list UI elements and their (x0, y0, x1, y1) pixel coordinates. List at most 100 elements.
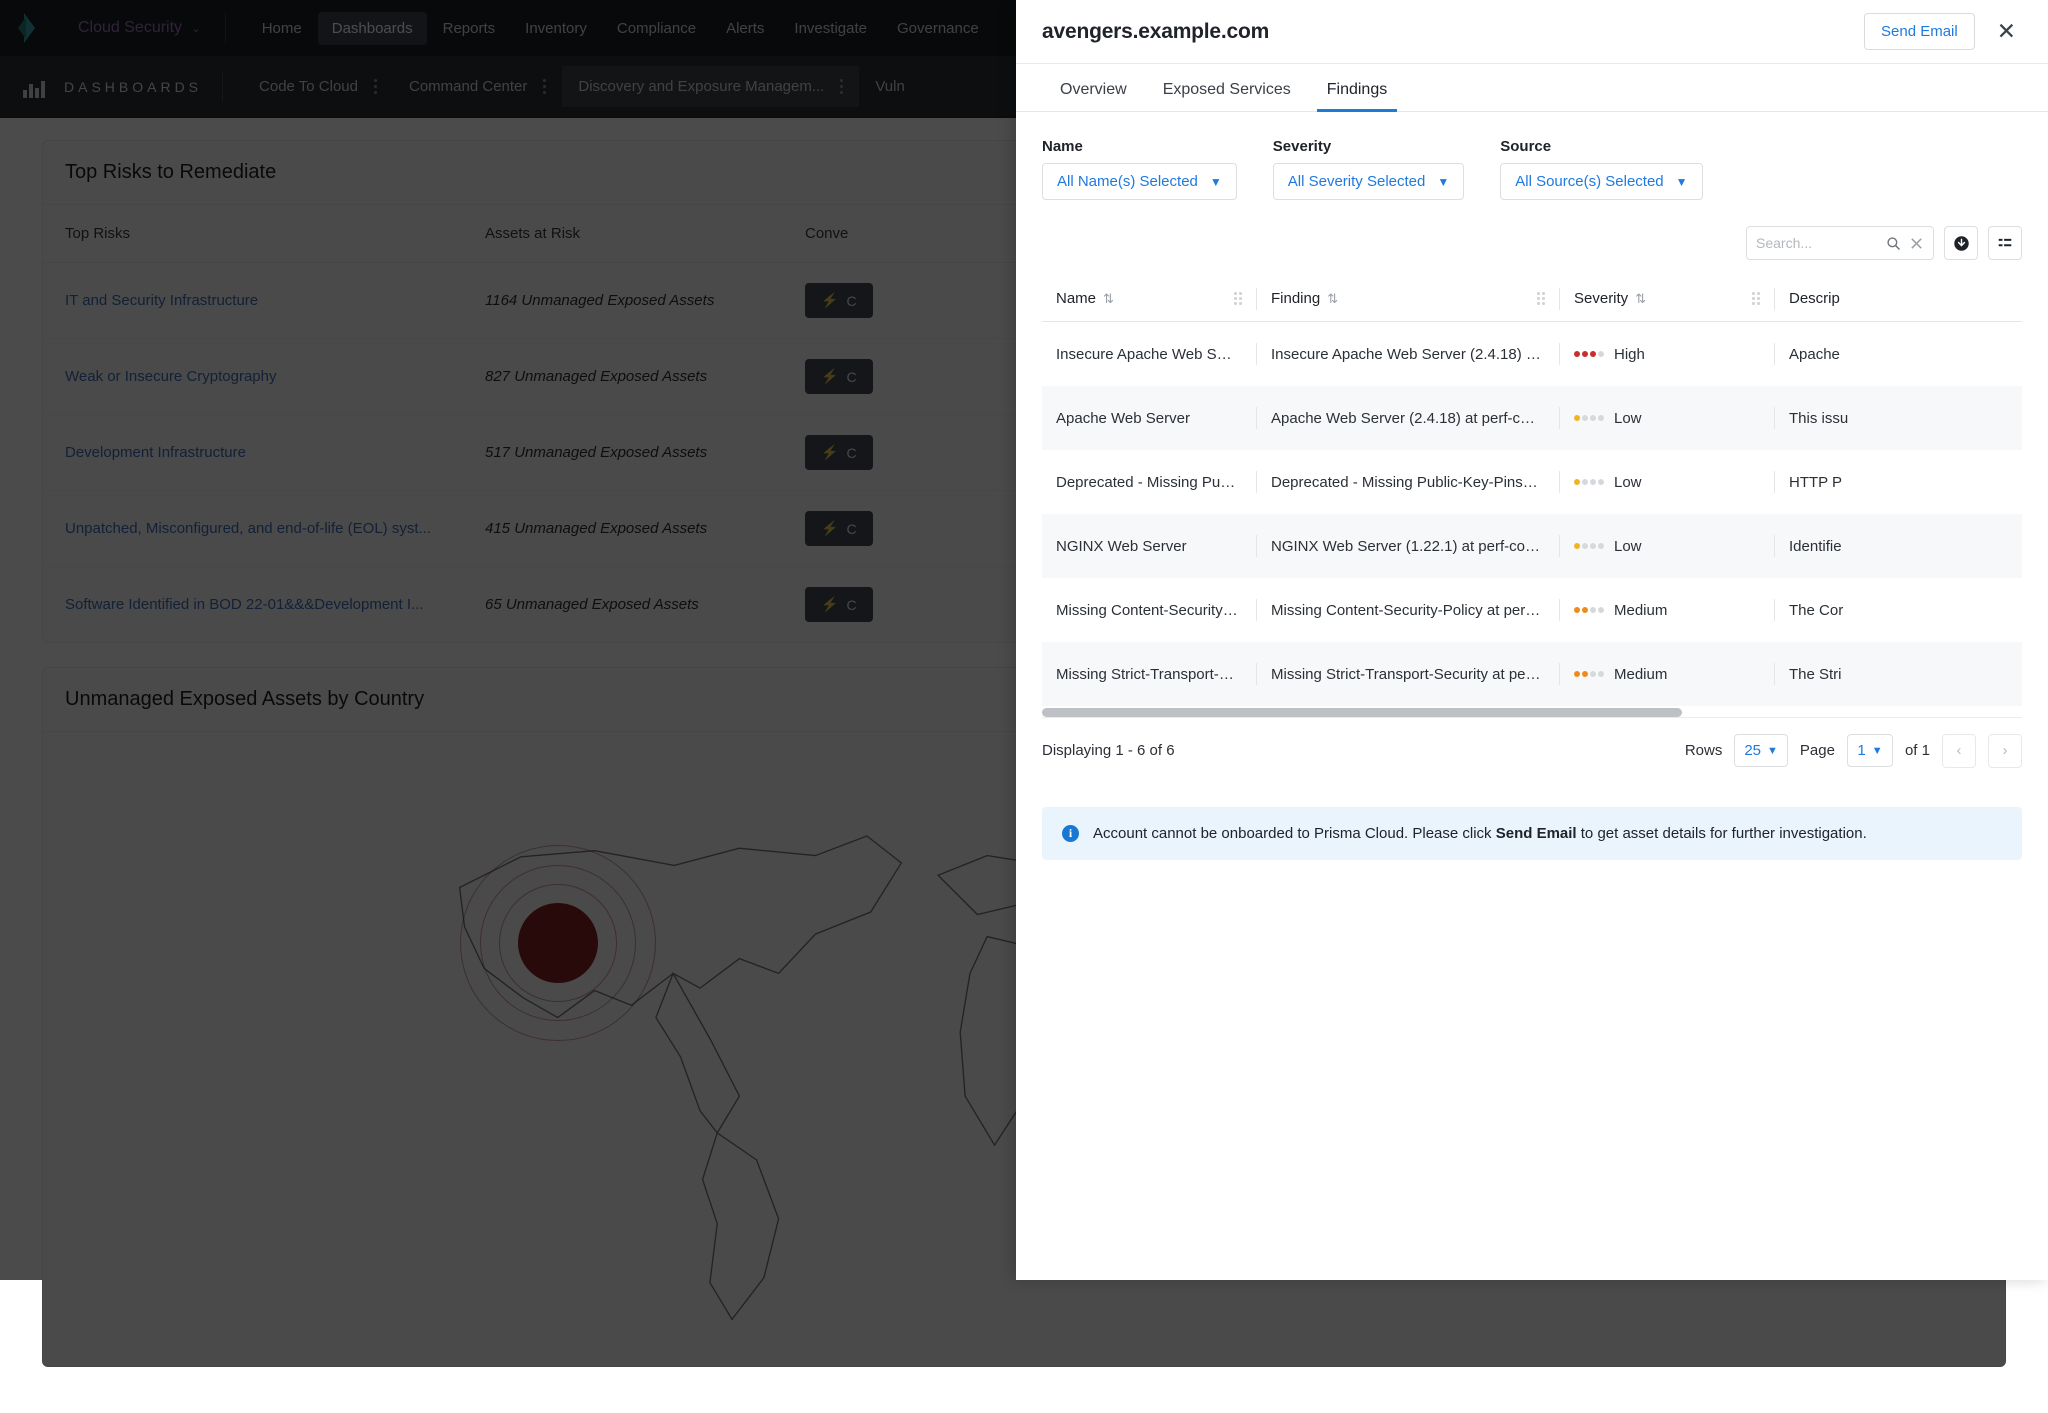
dashboard-tab-discovery-and-exposure-management[interactable]: Discovery and Exposure Managem... (562, 66, 859, 107)
tab-findings[interactable]: Findings (1309, 81, 1405, 111)
nav-link-governance[interactable]: Governance (883, 12, 993, 45)
asset-details-panel: avengers.example.com Send Email ✕ Overvi… (1016, 0, 2048, 1280)
cell-finding: Apache Web Server (2.4.18) at perf-commo… (1257, 410, 1559, 427)
scrollbar-thumb[interactable] (1042, 708, 1682, 717)
risk-link[interactable]: Unpatched, Misconfigured, and end-of-lif… (65, 520, 431, 537)
risk-link[interactable]: Software Identified in BOD 22-01&&&Devel… (65, 596, 424, 613)
convert-button-label: C (846, 369, 856, 385)
sort-icon[interactable]: ⇅ (1327, 291, 1336, 307)
nav-link-inventory[interactable]: Inventory (511, 12, 601, 45)
displaying-count: Displaying 1 - 6 of 6 (1042, 742, 1175, 759)
chevron-right-icon[interactable]: › (1988, 734, 2022, 768)
convert-button[interactable]: ⚡C (805, 359, 873, 394)
risk-link[interactable]: Weak or Insecure Cryptography (65, 368, 277, 385)
close-icon[interactable]: ✕ (1991, 18, 2022, 45)
kebab-menu-icon[interactable] (374, 79, 377, 94)
column-header-top-risks[interactable]: Top Risks (43, 205, 463, 263)
info-icon: i (1062, 825, 1079, 842)
dashboard-tab-label: Command Center (409, 78, 527, 95)
filter-label-source: Source (1500, 138, 1702, 155)
rows-label: Rows (1685, 742, 1723, 759)
nav-link-reports[interactable]: Reports (429, 12, 510, 45)
rows-per-page-value: 25 (1744, 742, 1761, 759)
cell-description: This issu (1775, 410, 1935, 427)
search-icon[interactable] (1886, 236, 1901, 251)
cell-name: Missing Content-Security-Poli... (1042, 602, 1256, 619)
column-header-description[interactable]: Descrip (1775, 276, 1935, 321)
dashboards-section-label: DASHBOARDS (64, 79, 202, 95)
convert-button-label: C (846, 293, 856, 309)
assets-at-risk-value: 827 Unmanaged Exposed Assets (485, 368, 707, 385)
severity-dots (1574, 479, 1604, 485)
sort-icon[interactable]: ⇅ (1103, 291, 1112, 307)
panel-body: Name All Name(s) Selected ▼ Severity All… (1016, 112, 2048, 1280)
filter-bar: Name All Name(s) Selected ▼ Severity All… (1042, 138, 2022, 200)
risk-link[interactable]: IT and Security Infrastructure (65, 292, 258, 309)
table-row[interactable]: NGINX Web Server NGINX Web Server (1.22.… (1042, 514, 2022, 578)
horizontal-scrollbar[interactable] (1042, 708, 2022, 717)
convert-button[interactable]: ⚡C (805, 511, 873, 546)
cell-name: Deprecated - Missing Public-K... (1042, 474, 1256, 491)
tab-exposed-services[interactable]: Exposed Services (1145, 81, 1309, 111)
assets-at-risk-value: 65 Unmanaged Exposed Assets (485, 596, 699, 613)
chevron-left-icon[interactable]: ‹ (1942, 734, 1976, 768)
search-input[interactable] (1756, 235, 1878, 251)
dashboard-tab-vuln[interactable]: Vuln (859, 66, 920, 107)
search-box[interactable] (1746, 226, 1934, 260)
column-header-finding[interactable]: Finding ⇅ (1257, 276, 1559, 321)
filter-value-source: All Source(s) Selected (1515, 173, 1663, 190)
filter-value-name: All Name(s) Selected (1057, 173, 1198, 190)
nav-link-alerts[interactable]: Alerts (712, 12, 778, 45)
filter-group-name: Name All Name(s) Selected ▼ (1042, 138, 1237, 200)
severity-label: Low (1614, 410, 1642, 427)
rows-per-page-select[interactable]: 25 ▼ (1734, 734, 1788, 767)
page-number-select[interactable]: 1 ▼ (1847, 734, 1893, 767)
severity-badge: Low (1574, 410, 1756, 427)
nav-link-dashboards[interactable]: Dashboards (318, 12, 427, 45)
filter-select-name[interactable]: All Name(s) Selected ▼ (1042, 163, 1237, 200)
filter-select-severity[interactable]: All Severity Selected ▼ (1273, 163, 1464, 200)
column-header-assets-at-risk[interactable]: Assets at Risk (463, 205, 783, 263)
column-resize-handle[interactable] (1234, 292, 1242, 305)
column-settings-icon[interactable] (1988, 226, 2022, 260)
table-row[interactable]: Apache Web Server Apache Web Server (2.4… (1042, 386, 2022, 450)
kebab-menu-icon[interactable] (543, 79, 546, 94)
column-resize-handle[interactable] (1537, 292, 1545, 305)
kebab-menu-icon[interactable] (840, 79, 843, 94)
nav-link-compliance[interactable]: Compliance (603, 12, 710, 45)
info-banner-bold: Send Email (1496, 825, 1577, 842)
tenant-selector[interactable]: Cloud Security ⌄ (62, 19, 217, 37)
severity-badge: Low (1574, 538, 1756, 555)
filter-select-source[interactable]: All Source(s) Selected ▼ (1500, 163, 1702, 200)
column-header-severity[interactable]: Severity ⇅ (1560, 276, 1774, 321)
send-email-button[interactable]: Send Email (1864, 13, 1975, 50)
table-row[interactable]: Missing Strict-Transport-Secu... Missing… (1042, 642, 2022, 706)
column-settings-icon-glyph (1996, 234, 2014, 252)
nav-link-investigate[interactable]: Investigate (780, 12, 881, 45)
severity-dots (1574, 607, 1604, 613)
cell-severity: High (1560, 346, 1774, 363)
tab-overview[interactable]: Overview (1042, 81, 1145, 111)
table-row[interactable]: Missing Content-Security-Poli... Missing… (1042, 578, 2022, 642)
convert-button[interactable]: ⚡C (805, 283, 873, 318)
close-icon[interactable] (1909, 236, 1924, 251)
convert-button-label: C (846, 521, 856, 537)
bolt-icon: ⚡ (821, 520, 838, 537)
column-header-name[interactable]: Name ⇅ (1042, 276, 1256, 321)
dashboard-tab-command-center[interactable]: Command Center (393, 66, 562, 107)
convert-button[interactable]: ⚡C (805, 435, 873, 470)
download-circle-icon[interactable] (1944, 226, 1978, 260)
filter-group-source: Source All Source(s) Selected ▼ (1500, 138, 1702, 200)
severity-dots (1574, 671, 1604, 677)
filter-value-severity: All Severity Selected (1288, 173, 1426, 190)
bolt-icon: ⚡ (821, 444, 838, 461)
dashboard-tab-code-to-cloud[interactable]: Code To Cloud (243, 66, 393, 107)
table-row[interactable]: Insecure Apache Web Server Insecure Apac… (1042, 322, 2022, 386)
nav-link-home[interactable]: Home (248, 12, 316, 45)
column-resize-handle[interactable] (1752, 292, 1760, 305)
convert-button[interactable]: ⚡C (805, 587, 873, 622)
sort-icon[interactable]: ⇅ (1635, 291, 1644, 307)
risk-link[interactable]: Development Infrastructure (65, 444, 246, 461)
table-row[interactable]: Deprecated - Missing Public-K... Depreca… (1042, 450, 2022, 514)
navbar-links: Home Dashboards Reports Inventory Compli… (248, 12, 993, 45)
